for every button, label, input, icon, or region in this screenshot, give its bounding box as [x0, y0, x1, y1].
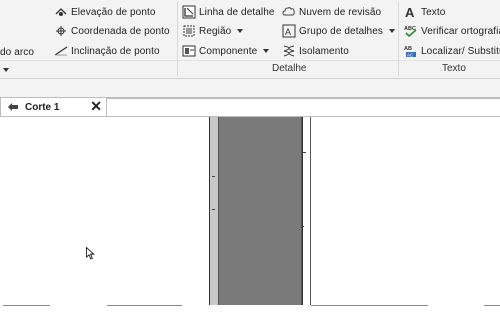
arc-dimension-button[interactable]: do arco [0, 44, 34, 60]
wall-tick-mark [212, 209, 215, 210]
svg-text:A: A [285, 27, 291, 37]
region-label: Região [199, 25, 232, 37]
detalhe-panel-label: Detalhe [272, 63, 307, 74]
texto-panel-label: Texto [442, 63, 466, 74]
spot-coordinate-button[interactable]: Coordenada de ponto [54, 23, 170, 39]
ground-line [311, 305, 428, 306]
ground-line [107, 305, 182, 306]
component-icon [182, 44, 196, 58]
spot-elevation-label: Elevação de ponto [71, 6, 156, 18]
dimension-panel-expand-icon[interactable] [3, 68, 9, 72]
revision-cloud-label: Nuvem de revisão [299, 6, 382, 18]
insulation-button[interactable]: Isolamento [282, 43, 349, 59]
chevron-down-icon[interactable] [388, 29, 395, 33]
detail-line-icon [182, 5, 196, 19]
ribbon: do arco Elevação de ponto Coordenada de … [0, 0, 500, 79]
spelling-icon: ABC [404, 24, 418, 38]
text-icon: A [404, 5, 418, 20]
detail-group-icon: A [282, 24, 296, 38]
find-replace-button[interactable]: ABAC Localizar/ Substituir [404, 43, 500, 59]
ribbon-separator [398, 2, 399, 76]
find-replace-icon: AB AC [404, 44, 418, 58]
find-replace-label: Localizar/ Substituir [421, 45, 500, 57]
spot-coordinate-label: Coordenada de ponto [71, 25, 170, 37]
wall-section-edge [310, 117, 311, 305]
insulation-icon [282, 44, 296, 58]
component-label: Componente [199, 45, 258, 57]
chevron-down-icon[interactable] [263, 49, 270, 53]
wall-section-edge [302, 117, 303, 305]
tab-label: Corte 1 [25, 101, 60, 113]
spelling-button[interactable]: ABC Verificar ortografia [404, 23, 500, 39]
wall-tick-mark [301, 226, 304, 227]
spelling-label: Verificar ortografia [421, 25, 500, 37]
ground-line [484, 305, 500, 306]
spot-elevation-icon [54, 5, 68, 19]
detail-group-label: Grupo de detalhes [299, 25, 383, 37]
spot-slope-label: Inclinação de ponto [71, 45, 160, 57]
text-button[interactable]: A Texto [404, 4, 445, 20]
svg-text:AB: AB [404, 46, 412, 52]
detail-line-label: Linha de detalhe [199, 6, 275, 18]
spot-slope-button[interactable]: Inclinação de ponto [54, 43, 160, 59]
close-icon[interactable]: ✕ [90, 99, 102, 113]
ground-line [3, 305, 50, 306]
region-icon [182, 24, 196, 38]
component-button[interactable]: Componente [182, 43, 270, 59]
section-view-icon [7, 101, 19, 113]
detail-group-button[interactable]: A Grupo de detalhes [282, 23, 395, 39]
spot-coordinate-icon [54, 24, 68, 38]
wall-core-layer[interactable] [218, 117, 302, 305]
text-label: Texto [421, 6, 446, 18]
wall-tick-mark [212, 176, 215, 177]
arc-dimension-label: do arco [0, 46, 35, 58]
panel-label-divider [0, 60, 500, 61]
region-button[interactable]: Região [182, 23, 244, 39]
spot-elevation-button[interactable]: Elevação de ponto [54, 4, 156, 20]
wall-finish-layer [210, 117, 218, 305]
ribbon-separator [177, 2, 178, 76]
chevron-down-icon[interactable] [237, 29, 244, 33]
revision-cloud-icon [282, 5, 296, 19]
svg-text:A: A [405, 5, 415, 19]
revision-cloud-button[interactable]: Nuvem de revisão [282, 4, 381, 20]
mouse-pointer-icon [86, 246, 96, 264]
detail-line-button[interactable]: Linha de detalhe [182, 4, 275, 20]
insulation-label: Isolamento [299, 45, 349, 57]
wall-tick-mark [303, 152, 306, 153]
svg-text:AC: AC [407, 53, 414, 58]
document-tab-bar [0, 79, 500, 97]
tab-corte-1[interactable]: Corte 1 ✕ [0, 97, 107, 116]
spot-slope-icon [54, 44, 68, 58]
